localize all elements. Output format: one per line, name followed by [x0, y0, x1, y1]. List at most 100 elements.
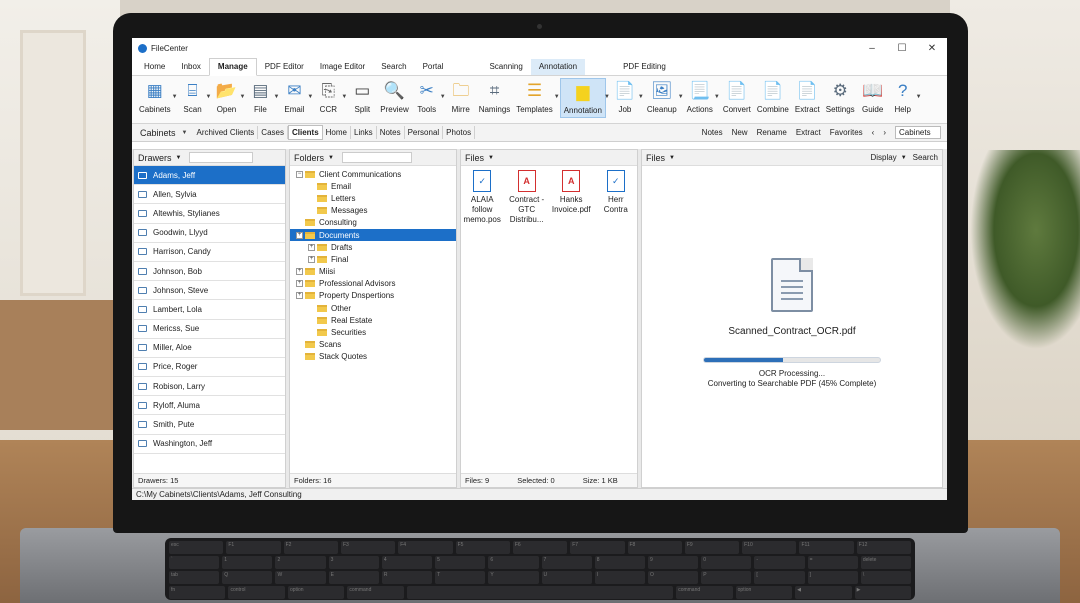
tab-search[interactable]: Search [373, 62, 414, 75]
drawer-item[interactable]: Adams, Jeff [134, 166, 285, 186]
drawer-item[interactable]: Ryloff, Aluma [134, 396, 285, 416]
drawers-filter-input[interactable] [189, 152, 254, 163]
nav-back-icon[interactable]: ‹ [872, 128, 875, 137]
folder-item[interactable]: Stack Quotes [290, 351, 456, 363]
folder-item[interactable]: − Client Communications [290, 168, 456, 180]
folder-item[interactable]: Consulting [290, 217, 456, 229]
preview-button[interactable]: 🔍 Preview [377, 78, 411, 116]
convert-button[interactable]: 📄 Convert [720, 78, 754, 116]
drawer-item[interactable]: Allen, Sylvia [134, 185, 285, 205]
folder-item[interactable]: + Documents [290, 228, 456, 242]
expand-toggle-icon[interactable]: − [296, 170, 303, 178]
cleanup-button[interactable]: 🖼 Cleanup [644, 78, 680, 116]
combine-button[interactable]: 📄 Combine [754, 78, 792, 116]
drawer-item[interactable]: Washington, Jeff [134, 435, 285, 454]
nav-tab-cases[interactable]: Cases [258, 126, 288, 139]
drawer-item[interactable]: Altewhis, Stylianes [134, 204, 285, 224]
search-button[interactable]: Search [913, 153, 938, 162]
help-button[interactable]: ? Help [888, 78, 918, 116]
folder-item[interactable]: Other [290, 302, 456, 314]
chevron-down-icon[interactable]: ▼ [669, 155, 675, 161]
ccr-button[interactable]: ⎘ CCR [313, 78, 343, 116]
settings-button[interactable]: ⚙ Settings [823, 78, 858, 116]
folder-item[interactable]: Securities [290, 326, 456, 338]
tab-annotation[interactable]: Annotation [530, 59, 586, 75]
file-item[interactable]: ✓ ALAIA follow memo.pos [463, 170, 501, 225]
minimize-button[interactable]: – [857, 43, 887, 54]
maximize-button[interactable]: ☐ [887, 43, 917, 54]
drawer-item[interactable]: Johnson, Bob [134, 262, 285, 282]
nav-tab-notes[interactable]: Notes [377, 126, 405, 139]
folder-item[interactable]: Email [290, 180, 456, 192]
drawer-item[interactable]: Johnson, Steve [134, 281, 285, 301]
drawer-item[interactable]: Harrison, Candy [134, 243, 285, 262]
folders-filter-input[interactable] [341, 152, 412, 163]
tab-pdf-editor[interactable]: PDF Editor [257, 62, 312, 75]
drawer-item[interactable]: Price, Roger [134, 358, 285, 378]
expand-toggle-icon[interactable]: + [308, 243, 315, 251]
chevron-down-icon[interactable]: ▼ [328, 155, 334, 161]
display-button[interactable]: Display [870, 153, 896, 162]
folder-item[interactable]: + Professional Advisors [290, 278, 456, 290]
expand-toggle-icon[interactable]: + [296, 268, 303, 276]
nav-tab-archived-clients[interactable]: Archived Clients [193, 126, 259, 139]
drawer-item[interactable]: Smith, Pute [134, 415, 285, 435]
folder-item[interactable]: Scans [290, 339, 456, 351]
folder-item[interactable]: Messages [290, 205, 456, 217]
guide-button[interactable]: 📖 Guide [858, 78, 888, 116]
nav-tab-home[interactable]: Home [323, 126, 351, 139]
chevron-down-icon[interactable]: ▼ [901, 155, 907, 161]
drawer-item[interactable]: Robison, Larry [134, 377, 285, 397]
tools-button[interactable]: ✂ Tools [412, 78, 442, 116]
drawer-item[interactable]: Goodwin, Llyyd [134, 224, 285, 243]
annotation-button[interactable]: ▆ Annotation [559, 78, 606, 118]
chevron-down-icon[interactable]: ▼ [176, 155, 182, 161]
templates-button[interactable]: ☰ Templates [513, 78, 555, 116]
folder-item[interactable]: + Drafts [290, 241, 456, 253]
chevron-down-icon[interactable]: ▼ [488, 155, 494, 161]
expand-toggle-icon[interactable]: + [308, 255, 315, 263]
nav-tab-photos[interactable]: Photos [443, 126, 476, 139]
actions-button[interactable]: 📃 Actions [684, 78, 716, 116]
drawer-item[interactable]: Lambert, Lola [134, 300, 285, 320]
folder-item[interactable]: Real Estate [290, 314, 456, 326]
chevron-down-icon[interactable]: ▼ [916, 94, 922, 100]
tab-image-editor[interactable]: Image Editor [312, 62, 373, 75]
extract-button[interactable]: Extract [796, 128, 821, 137]
nav-tab-links[interactable]: Links [351, 126, 377, 139]
expand-toggle-icon[interactable]: + [296, 292, 303, 300]
drawer-item[interactable]: Miller, Aloe [134, 339, 285, 358]
nav-tab-personal[interactable]: Personal [405, 126, 444, 139]
job-button[interactable]: 📄 Job [610, 78, 640, 116]
open-button[interactable]: 📂 Open [211, 78, 241, 116]
cabinets-button[interactable]: ▦ Cabinets [136, 78, 174, 116]
folder-item[interactable]: + Property Dnspertions [290, 290, 456, 302]
tab-manage[interactable]: Manage [208, 58, 257, 76]
folder-item[interactable]: + Final [290, 253, 456, 265]
nav-tab-clients[interactable]: Clients [287, 125, 323, 140]
expand-toggle-icon[interactable]: + [296, 231, 303, 239]
notes-button[interactable]: Notes [702, 128, 723, 137]
drawer-item[interactable]: Mericss, Sue [134, 320, 285, 339]
split-button[interactable]: ▭ Split [347, 78, 377, 116]
new-button[interactable]: New [732, 128, 748, 137]
tab-inbox[interactable]: Inbox [173, 62, 209, 75]
cabinet-select[interactable]: Cabinets [895, 126, 941, 139]
expand-toggle-icon[interactable]: + [296, 280, 303, 288]
tab-portal[interactable]: Portal [415, 62, 452, 75]
rename-button[interactable]: Rename [757, 128, 787, 137]
tab-home[interactable]: Home [136, 62, 173, 75]
folder-item[interactable]: Letters [290, 192, 456, 204]
folder-item[interactable]: + Miisi [290, 266, 456, 278]
tab-pdf-editing[interactable]: PDF Editing [615, 62, 674, 75]
mirre-button[interactable]: 🗀 Mirre [446, 78, 476, 116]
file-item[interactable]: A Contract - GTC Distribu... [507, 170, 545, 225]
extract-button[interactable]: 📄 Extract [792, 78, 823, 116]
nav-forward-icon[interactable]: › [883, 128, 886, 137]
favorites-button[interactable]: Favorites [830, 128, 863, 137]
file-button[interactable]: ▤ File [245, 78, 275, 116]
namings-button[interactable]: ⌗ Namings [476, 78, 514, 116]
file-item[interactable]: A Hanks Invoice.pdf [552, 170, 591, 225]
tab-scanning[interactable]: Scanning [481, 62, 530, 75]
close-button[interactable]: ✕ [917, 43, 947, 54]
